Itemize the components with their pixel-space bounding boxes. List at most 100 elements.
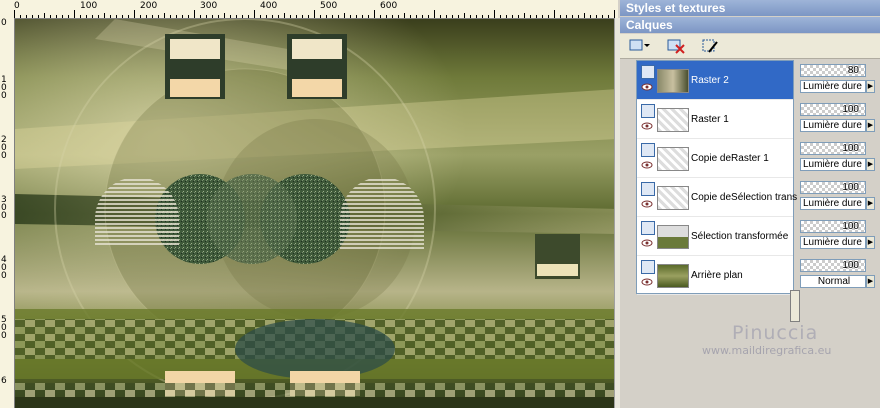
blend-mode-select[interactable]: Lumière dure [800,236,866,249]
ruler-tick [548,15,549,18]
ruler-tick [272,15,273,18]
ruler-tick [464,13,465,18]
ruler-tick [524,13,525,18]
layer-row-raster-2[interactable]: Raster 2 [637,61,793,100]
ruler-label: 300 [200,1,218,11]
ruler-tick [446,15,447,18]
ruler-tick [218,15,219,18]
layers-panel: Styles et textures Calques Raster 2 Rast… [620,0,880,408]
layer-row-selection-transformee[interactable]: Sélection transformée [637,217,793,256]
chevron-right-icon[interactable]: ▶ [866,275,875,288]
ruler-tick [338,15,339,18]
ruler-tick [242,15,243,18]
styles-textures-title[interactable]: Styles et textures [620,0,880,16]
panel-scroll-handle[interactable] [790,290,800,322]
delete-layer-button[interactable] [666,37,688,55]
ruler-tick [452,15,453,18]
visibility-eye-icon[interactable] [641,83,653,91]
blend-mode-select[interactable]: Normal [800,275,866,288]
chevron-right-icon[interactable]: ▶ [866,119,875,132]
layer-thumbnail [657,225,689,249]
blend-mode-select[interactable]: Lumière dure [800,158,866,171]
ruler-tick [356,15,357,18]
ruler-tick [614,10,615,18]
opacity-field[interactable]: 100 [800,181,866,194]
visibility-eye-icon[interactable] [641,239,653,247]
ruler-tick [296,15,297,18]
ruler-tick [80,15,81,18]
layer-props: 100 Lumière dure ▶ [800,179,880,217]
layer-props: 100 Lumière dure ▶ [800,101,880,139]
ruler-tick [584,13,585,18]
layer-name: Raster 2 [691,75,729,86]
layer-properties-button[interactable] [700,37,722,55]
layer-name: Copie deRaster 1 [691,153,769,164]
opacity-field[interactable]: 100 [800,103,866,116]
ruler-tick [386,15,387,18]
ruler-tick [170,15,171,18]
ruler-label: 3 0 0 [1,195,7,221]
ruler-tick [260,15,261,18]
ruler-tick [104,13,105,18]
ruler-tick [374,10,375,18]
ruler-tick [146,15,147,18]
layer-props: 100 Lumière dure ▶ [800,140,880,178]
raster-layer-icon [641,260,655,274]
chevron-right-icon[interactable]: ▶ [866,197,875,210]
ruler-label: 5 0 0 [1,315,7,341]
ruler-tick [434,10,435,18]
blend-mode-select[interactable]: Lumière dure [800,80,866,93]
ruler-tick [44,13,45,18]
ruler-tick [224,13,225,18]
layers-toolbar [620,34,880,59]
ruler-tick [458,15,459,18]
visibility-eye-icon[interactable] [641,200,653,208]
opacity-field[interactable]: 100 [800,259,866,272]
chevron-right-icon[interactable]: ▶ [866,236,875,249]
opacity-field[interactable]: 100 [800,220,866,233]
chevron-right-icon[interactable]: ▶ [866,158,875,171]
ruler-tick [278,15,279,18]
ruler-label: 200 [140,1,158,11]
blend-mode-select[interactable]: Lumière dure [800,197,866,210]
ruler-tick [284,13,285,18]
ruler-tick [440,15,441,18]
ruler-tick [428,15,429,18]
layer-row-copie-selection[interactable]: Copie deSélection trans [637,178,797,217]
layer-row-arriere-plan[interactable]: Arrière plan [637,256,793,295]
ruler-tick [494,10,495,18]
blend-mode-select[interactable]: Lumière dure [800,119,866,132]
new-layer-button[interactable] [628,37,650,55]
ruler-tick [506,15,507,18]
ruler-tick [206,15,207,18]
visibility-eye-icon[interactable] [641,122,653,130]
opacity-field[interactable]: 80 [800,64,866,77]
layer-row-copie-raster-1[interactable]: Copie deRaster 1 [637,139,793,178]
opacity-field[interactable]: 100 [800,142,866,155]
visibility-eye-icon[interactable] [641,278,653,286]
layer-thumbnail [657,147,689,171]
ruler-tick [476,15,477,18]
ruler-tick [86,15,87,18]
ruler-tick [518,15,519,18]
artwork [15,19,618,408]
ruler-tick [554,10,555,18]
ruler-tick [380,15,381,18]
ruler-label: 100 [80,1,98,11]
ruler-tick [134,10,135,18]
ruler-tick [560,15,561,18]
layer-name: Arrière plan [691,270,743,281]
ruler-tick [164,13,165,18]
ruler-tick [332,15,333,18]
layers-title[interactable]: Calques [620,17,880,33]
chevron-right-icon[interactable]: ▶ [866,80,875,93]
ruler-tick [26,15,27,18]
layer-row-raster-1[interactable]: Raster 1 [637,100,793,139]
image-canvas[interactable] [15,19,618,408]
ruler-tick [368,15,369,18]
ruler-label: 6 [1,376,7,386]
ruler-tick [590,15,591,18]
visibility-eye-icon[interactable] [641,161,653,169]
ruler-tick [488,15,489,18]
ruler-tick [266,15,267,18]
